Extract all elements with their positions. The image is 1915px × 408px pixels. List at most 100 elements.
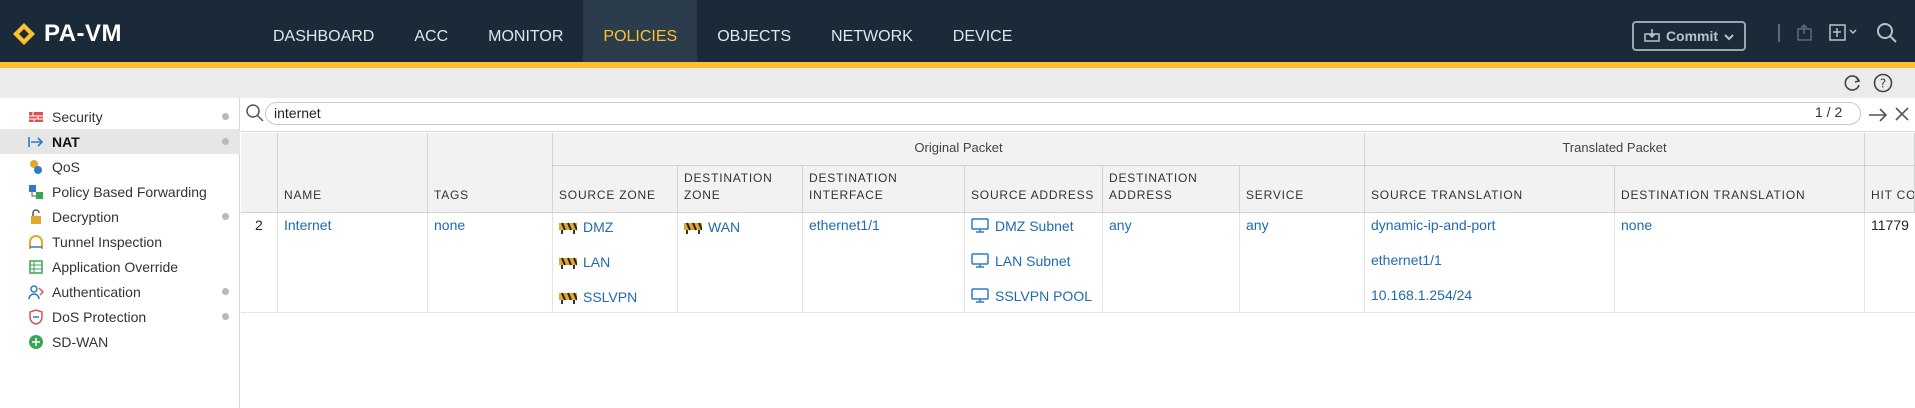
sidebar-item-dos-protection[interactable]: DoS Protection — [0, 304, 240, 329]
zone-icon — [559, 221, 578, 234]
rule-name-link[interactable]: Internet — [284, 217, 331, 233]
svg-text:?: ? — [1880, 77, 1886, 91]
zone-item[interactable]: SSLVPN — [559, 289, 637, 305]
tunnel-icon — [28, 234, 44, 250]
address-item[interactable]: DMZ Subnet — [971, 218, 1074, 234]
logo-text: PA-VM — [44, 20, 123, 47]
tab-dashboard[interactable]: DASHBOARD — [253, 0, 394, 62]
source-zone-cell: DMZ LAN SSLVPN — [553, 213, 678, 313]
destination-address-cell[interactable]: any — [1103, 213, 1240, 313]
column-header-source-address[interactable]: SOURCE ADDRESS — [965, 166, 1103, 213]
group-header-blank — [1865, 133, 1915, 166]
column-header-destination-translation[interactable]: DESTINATION TRANSLATION — [1615, 166, 1865, 213]
column-header-destination-interface[interactable]: DESTINATION INTERFACE — [803, 166, 965, 213]
commit-button[interactable]: Commit — [1632, 21, 1746, 51]
zone-icon — [684, 221, 703, 234]
service-cell[interactable]: any — [1240, 213, 1365, 313]
group-header-original-packet: Original Packet — [553, 133, 1365, 166]
commit-icon — [1644, 28, 1660, 45]
sidebar-item-decryption[interactable]: Decryption — [0, 204, 240, 229]
column-header-index — [241, 133, 278, 213]
main-nav: DASHBOARD ACC MONITOR POLICIES OBJECTS N… — [253, 0, 1032, 62]
qos-icon — [28, 159, 44, 175]
status-dot — [222, 113, 229, 120]
dos-icon — [28, 308, 44, 325]
row-number-cell: 2 — [241, 213, 278, 313]
help-icon[interactable]: ? — [1873, 73, 1893, 98]
commit-label: Commit — [1665, 28, 1719, 44]
status-dot — [222, 313, 229, 320]
config-lock-menu-icon[interactable] — [1828, 22, 1860, 47]
tags-cell: none — [428, 213, 553, 313]
filter-input[interactable]: internet — [265, 102, 1861, 125]
destination-translation-cell[interactable]: none — [1615, 213, 1865, 313]
tab-monitor[interactable]: MONITOR — [468, 0, 583, 62]
sidebar-item-label: DoS Protection — [52, 308, 147, 325]
tab-network[interactable]: NETWORK — [811, 0, 933, 62]
tab-objects[interactable]: OBJECTS — [697, 0, 811, 62]
group-header-translated-packet: Translated Packet — [1365, 133, 1865, 166]
sidebar-item-security[interactable]: Security — [0, 104, 240, 129]
clear-filter-icon[interactable] — [1893, 105, 1911, 128]
sidebar-item-pbf[interactable]: Policy Based Forwarding — [0, 179, 240, 204]
sidebar-item-label: Authentication — [52, 283, 141, 300]
sidebar-item-label: Tunnel Inspection — [52, 233, 162, 250]
source-address-cell: DMZ Subnet LAN Subnet SSLVPN POOL — [965, 213, 1103, 313]
destination-interface-cell[interactable]: ethernet1/1 — [803, 213, 965, 313]
sidebar-item-authentication[interactable]: Authentication — [0, 279, 240, 304]
search-icon — [245, 103, 265, 128]
address-item[interactable]: SSLVPN POOL — [971, 288, 1092, 304]
zone-icon — [559, 291, 578, 304]
lock-config-icon[interactable] — [1795, 22, 1815, 47]
paloalto-logo-icon — [12, 22, 36, 46]
authentication-icon — [28, 284, 45, 300]
chevron-down-icon — [1724, 28, 1734, 44]
pbf-icon — [28, 184, 44, 200]
sidebar-item-application-override[interactable]: Application Override — [0, 254, 240, 279]
status-dot — [222, 288, 229, 295]
sidebar-item-label: Security — [52, 108, 103, 125]
search-icon[interactable] — [1876, 22, 1898, 49]
sidebar-item-label: Application Override — [52, 258, 179, 275]
sidebar-item-label: SD-WAN — [52, 333, 109, 350]
nat-icon — [28, 134, 44, 150]
zone-item[interactable]: WAN — [684, 219, 740, 235]
column-header-name[interactable]: NAME — [278, 133, 428, 213]
sidebar-item-nat[interactable]: NAT — [0, 129, 240, 154]
decryption-icon — [28, 208, 44, 225]
sdwan-icon — [28, 334, 44, 350]
top-navigation-bar: PA-VM DASHBOARD ACC MONITOR POLICIES OBJ… — [0, 0, 1915, 62]
page-toolbar: ? — [0, 68, 1915, 98]
logo: PA-VM — [12, 19, 122, 49]
tab-acc[interactable]: ACC — [394, 0, 468, 62]
zone-item[interactable]: DMZ — [559, 219, 613, 235]
column-header-destination-address[interactable]: DESTINATION ADDRESS — [1103, 166, 1240, 213]
address-item[interactable]: LAN Subnet — [971, 253, 1071, 269]
tab-policies[interactable]: POLICIES — [583, 0, 698, 62]
status-dot — [222, 138, 229, 145]
sidebar-item-sd-wan[interactable]: SD-WAN — [0, 329, 240, 354]
column-header-tags[interactable]: TAGS — [428, 133, 553, 213]
sidebar-item-qos[interactable]: QoS — [0, 154, 240, 179]
tab-device[interactable]: DEVICE — [933, 0, 1033, 62]
column-header-source-zone[interactable]: SOURCE ZONE — [553, 166, 678, 213]
table-row[interactable]: 2 Internet none DMZ LAN SSLVPN WAN ether… — [241, 213, 1915, 313]
sidebar-item-label: Decryption — [52, 208, 119, 225]
name-cell[interactable]: Internet — [278, 213, 428, 313]
security-icon — [28, 109, 44, 125]
apply-filter-icon[interactable] — [1867, 105, 1889, 130]
refresh-icon[interactable] — [1843, 73, 1863, 98]
column-header-service[interactable]: SERVICE — [1240, 166, 1365, 213]
address-object-icon — [971, 253, 989, 269]
source-translation-cell[interactable]: dynamic-ip-and-port ethernet1/1 10.168.1… — [1365, 213, 1615, 313]
column-header-source-translation[interactable]: SOURCE TRANSLATION — [1365, 166, 1615, 213]
zone-item[interactable]: LAN — [559, 254, 610, 270]
sidebar-item-tunnel-inspection[interactable]: Tunnel Inspection — [0, 229, 240, 254]
column-header-hit-count[interactable]: HIT CO — [1865, 166, 1915, 213]
nat-policy-table: NAME TAGS Original Packet Translated Pac… — [241, 133, 1915, 408]
destination-zone-cell: WAN — [678, 213, 803, 313]
column-header-destination-zone[interactable]: DESTINATION ZONE — [678, 166, 803, 213]
match-count: 1 / 2 — [1815, 104, 1843, 120]
sidebar-item-label: QoS — [52, 158, 81, 175]
status-dot — [222, 213, 229, 220]
